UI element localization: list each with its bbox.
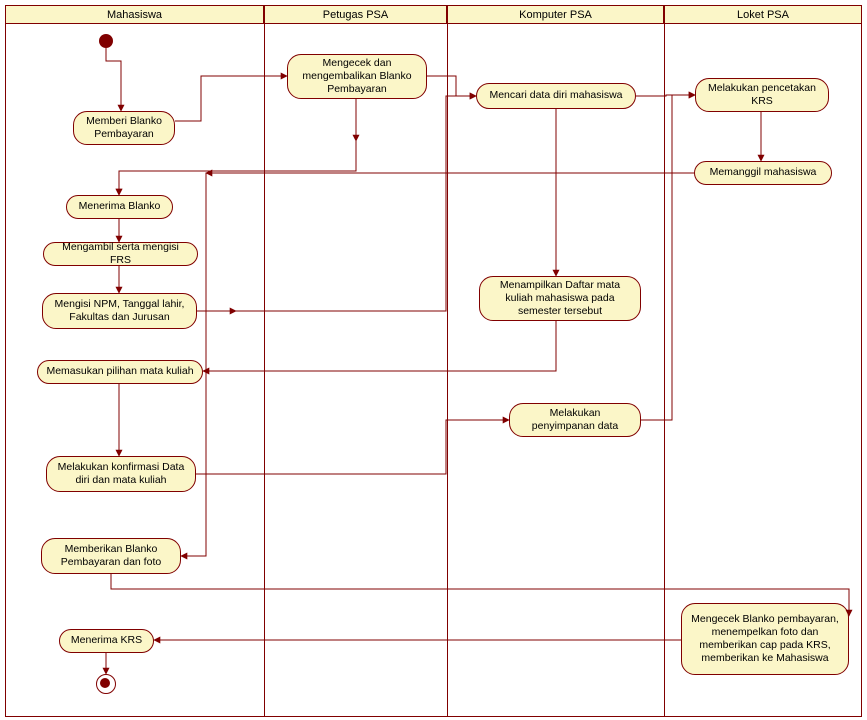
activity-memberi-blanko: Memberi Blanko Pembayaran bbox=[73, 111, 175, 145]
lane-header-mahasiswa: Mahasiswa bbox=[6, 6, 264, 24]
activity-mengecek-final: Mengecek Blanko pembayaran, menempelkan … bbox=[681, 603, 849, 675]
activity-menampilkan-daftar: Menampilkan Daftar mata kuliah mahasiswa… bbox=[479, 276, 641, 321]
activity-mengisi-npm: Mengisi NPM, Tanggal lahir, Fakultas dan… bbox=[42, 293, 197, 329]
activity-menerima-krs: Menerima KRS bbox=[59, 629, 154, 653]
activity-penyimpanan: Melakukan penyimpanan data bbox=[509, 403, 641, 437]
final-node bbox=[96, 674, 116, 694]
initial-node bbox=[99, 34, 113, 48]
activity-konfirmasi: Melakukan konfirmasi Data diri dan mata … bbox=[46, 456, 196, 492]
activity-mengecek-blanko: Mengecek dan mengembalikan Blanko Pembay… bbox=[287, 54, 427, 99]
lane-header-petugas: Petugas PSA bbox=[264, 6, 447, 24]
activity-mencari-data: Mencari data diri mahasiswa bbox=[476, 83, 636, 109]
lane-divider bbox=[447, 24, 448, 716]
activity-pencetakan-krs: Melakukan pencetakan KRS bbox=[695, 78, 829, 112]
activity-memasukan-kuliah: Memasukan pilihan mata kuliah bbox=[37, 360, 203, 384]
lane-divider bbox=[664, 24, 665, 716]
lane-divider bbox=[264, 24, 265, 716]
activity-mengisi-frs: Mengambil serta mengisi FRS bbox=[43, 242, 198, 266]
diagram-frame: Mahasiswa Petugas PSA Komputer PSA Loket… bbox=[5, 5, 862, 717]
activity-memanggil: Memanggil mahasiswa bbox=[694, 161, 832, 185]
activity-menerima-blanko: Menerima Blanko bbox=[66, 195, 173, 219]
lane-header-komputer: Komputer PSA bbox=[447, 6, 664, 24]
lane-header-loket: Loket PSA bbox=[664, 6, 861, 24]
activity-memberikan-blanko-foto: Memberikan Blanko Pembayaran dan foto bbox=[41, 538, 181, 574]
